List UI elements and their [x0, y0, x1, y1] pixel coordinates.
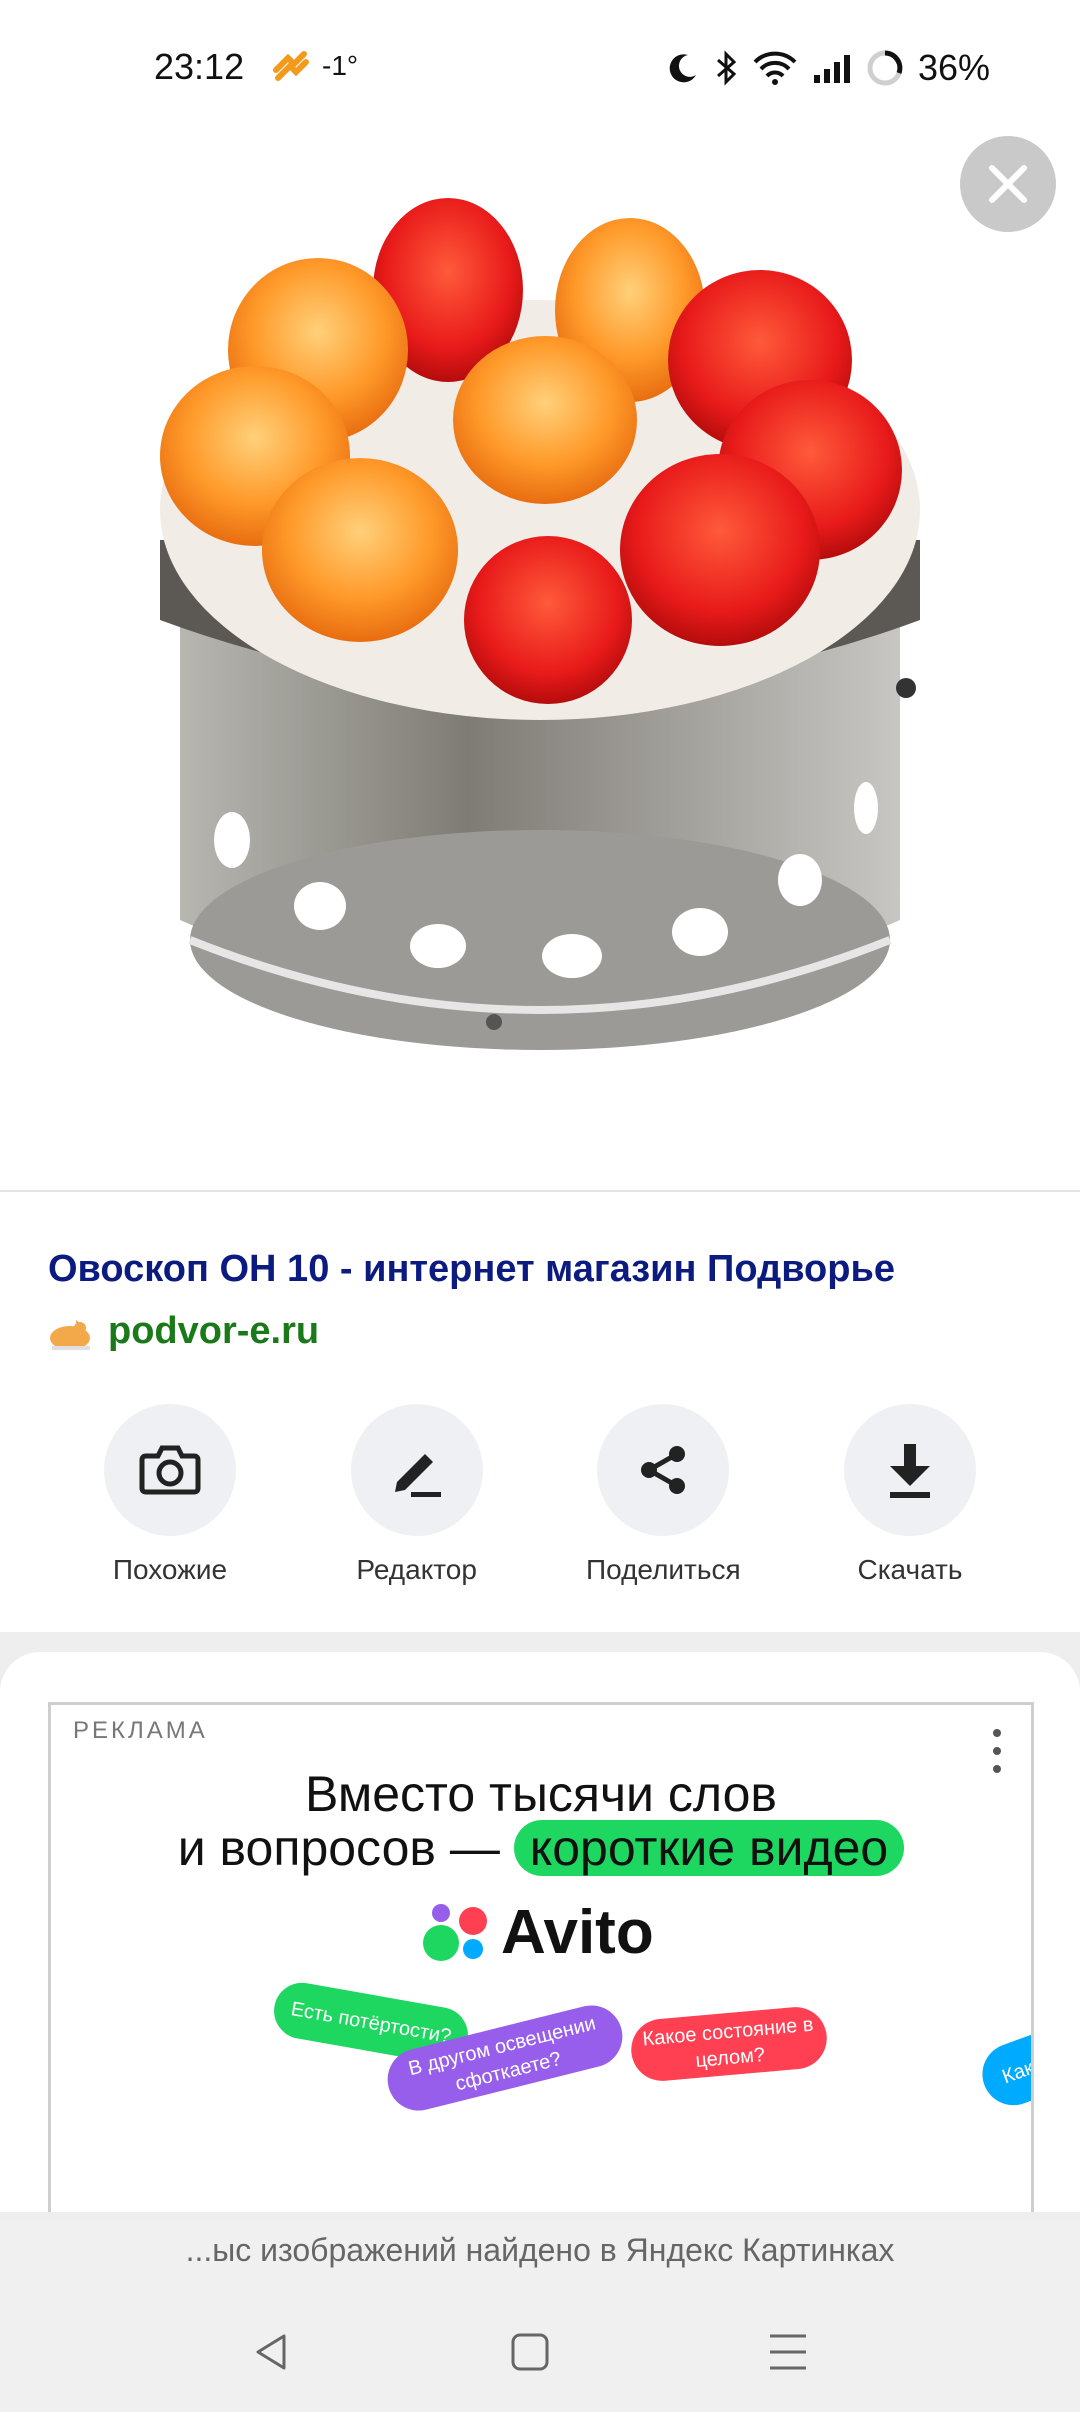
- signal-icon: [813, 55, 850, 83]
- ad-headline-highlight: короткие видео: [513, 1820, 905, 1876]
- editor-label: Редактор: [356, 1554, 477, 1585]
- share-icon: [641, 1446, 686, 1494]
- ad-headline-line1: Вместо тысячи слов: [305, 1766, 777, 1822]
- ad-headline-prefix: и вопросов —: [177, 1820, 500, 1876]
- result-title-link[interactable]: Овоскоп ОН 10 - интернет магазин Подворь…: [48, 1248, 895, 1291]
- share-button[interactable]: Поделиться: [553, 1404, 773, 1586]
- wifi-icon: [753, 51, 797, 85]
- avito-logo: Avito: [421, 1897, 654, 1968]
- pencil-icon: [394, 1454, 441, 1497]
- download-icon: [889, 1444, 930, 1498]
- similar-button[interactable]: Похожие: [60, 1404, 280, 1586]
- battery-ring-icon: [867, 50, 903, 86]
- avito-dots-icon: [423, 1903, 487, 1961]
- status-icons: 36%: [666, 44, 990, 92]
- home-icon[interactable]: [510, 2330, 550, 2374]
- system-nav-bar: [0, 2330, 1080, 2402]
- bubble-partial: Како: [973, 2018, 1031, 2114]
- ad-label: РЕКЛАМА: [73, 1717, 208, 1744]
- site-name: podvor-e.ru: [108, 1310, 320, 1352]
- editor-button[interactable]: Редактор: [307, 1404, 527, 1586]
- status-time: 23:12: [154, 46, 245, 87]
- editor-button-circle: [350, 1404, 483, 1536]
- ad-banner[interactable]: РЕКЛАМА Вместо тысячи слов и вопросов — …: [48, 1702, 1034, 2212]
- result-info-card: Овоскоп ОН 10 - интернет магазин Подворь…: [0, 1192, 1080, 1632]
- status-bar: 23:12 -1° 36%: [0, 0, 1080, 136]
- close-button[interactable]: [960, 136, 1056, 232]
- bubble-condition: Какое состояние в целом?: [628, 2004, 830, 2084]
- moon-icon: [669, 54, 696, 83]
- ad-card[interactable]: РЕКЛАМА Вместо тысячи слов и вопросов — …: [0, 1652, 1080, 2212]
- status-temperature: -1°: [322, 50, 359, 81]
- similar-button-circle: [104, 1404, 236, 1536]
- ad-headline-line2: и вопросов — короткие видео: [51, 1819, 1031, 1877]
- action-bar: Похожие Редактор Поделиться Скачать: [60, 1404, 1020, 1586]
- results-count-text: ...ыс изображений найдено в Яндекс Карти…: [185, 2232, 895, 2268]
- similar-label: Похожие: [112, 1554, 228, 1585]
- back-icon[interactable]: [250, 2330, 294, 2374]
- download-label: Скачать: [857, 1554, 963, 1585]
- bluetooth-icon: [716, 50, 737, 86]
- image-viewer[interactable]: [0, 120, 1080, 1190]
- bottom-area: ...ыс изображений найдено в Яндекс Карти…: [0, 2220, 1080, 2412]
- weather-icon: [273, 51, 309, 81]
- menu-icon[interactable]: [768, 2330, 808, 2374]
- avito-brand-text: Avito: [501, 1898, 654, 1967]
- camera-search-icon: [139, 1445, 201, 1495]
- site-link[interactable]: podvor-e.ru: [48, 1310, 319, 1353]
- share-label: Поделиться: [586, 1554, 741, 1585]
- download-button-circle: [843, 1404, 976, 1536]
- battery-percent: 36%: [917, 47, 990, 88]
- close-icon: [989, 165, 1027, 203]
- share-button-circle: [597, 1404, 730, 1536]
- product-photo: [160, 198, 920, 1050]
- site-favicon-icon: [50, 1319, 90, 1350]
- download-button[interactable]: Скачать: [800, 1404, 1020, 1586]
